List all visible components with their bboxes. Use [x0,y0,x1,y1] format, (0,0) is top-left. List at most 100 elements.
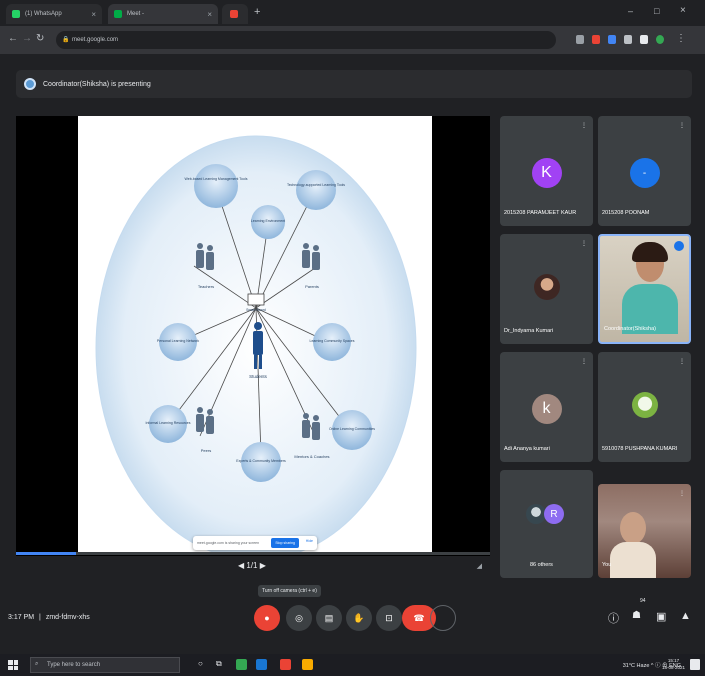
extension-icon[interactable] [608,35,616,44]
participant-tile[interactable]: ⋮ - 2015208 POONAM [598,116,691,226]
taskbar-search-input[interactable]: ⌕ Type here to search [30,657,180,673]
app-icon[interactable] [280,659,291,670]
participant-tile[interactable]: ⋮ k Adi Ananya kumari [500,352,593,462]
clock-date: 18-08-2021 [661,665,685,670]
close-tab-icon[interactable]: × [207,10,212,19]
center-label: Students [249,374,268,379]
captions-button[interactable]: ▤ [316,605,342,631]
node-label: Parents [305,284,319,289]
lock-icon: 🔒 [62,37,70,43]
node-label: Online Learning Communities [329,427,375,431]
forward-icon[interactable]: → [22,33,32,44]
diagram-node [296,170,336,210]
pin-icon[interactable]: ⋮ [581,122,587,129]
url-text: meet.google.com [72,37,119,43]
recording-extension-icon[interactable] [592,35,600,44]
separator: | [39,614,41,621]
participant-name: 2015208 PARAMJEET KAUR [504,210,577,216]
pin-icon[interactable]: ⋮ [581,240,587,247]
extension-icon[interactable] [624,35,632,44]
profile-avatar[interactable] [656,35,664,44]
cortana-icon[interactable]: ○ [198,659,203,668]
chat-icon[interactable]: ▣ [656,610,666,623]
pin-icon[interactable]: ⋮ [581,358,587,365]
maximize-button[interactable]: □ [654,6,659,16]
collapse-icon[interactable]: ◢ [477,562,482,570]
participant-tile[interactable]: ⋮ 5910078 PUSHPANA KUMARI [598,352,691,462]
smart-board-icon [247,293,265,306]
participant-tile[interactable]: ⋮ Dr_Indyarna Kumari [500,234,593,344]
windows-start-icon[interactable] [8,660,18,670]
close-tab-icon[interactable]: × [91,10,96,19]
taskbar-clock[interactable]: 15:17 18-08-2021 [662,657,685,671]
slide-progress [16,552,490,555]
participant-name: You [602,562,612,568]
video-face [620,512,646,544]
stop-sharing-button[interactable]: Stop sharing [271,538,299,548]
meeting-time: 3:17 PM [8,614,35,621]
minimize-button[interactable]: – [628,6,633,16]
participant-tile[interactable]: ⋮ K 2015208 PARAMJEET KAUR [500,116,593,226]
self-view-tile[interactable]: ⋮ You [598,484,691,578]
menu-icon[interactable]: ⋮ [676,33,686,44]
chrome-icon[interactable] [236,659,247,670]
present-button[interactable]: ⊡ [376,605,402,631]
task-view-icon[interactable]: ⧉ [216,659,222,669]
recording-icon [230,10,238,18]
participant-name: Adi Ananya kumari [504,446,550,452]
extra-button[interactable] [430,605,456,631]
others-tile[interactable]: R 86 others [500,470,593,578]
node-label: Teachers [198,284,214,289]
people-icon[interactable]: ☗ [632,610,641,621]
whatsapp-icon [12,10,20,18]
pin-icon[interactable]: ⋮ [679,490,685,497]
node-label: Mentors & Coaches [294,454,329,459]
url-field[interactable]: 🔒 meet.google.com [56,31,556,49]
node-label: Peers [201,448,211,453]
edge-icon[interactable] [256,659,267,670]
present-icon: ⊡ [385,612,393,623]
presenting-banner: Coordinator(Shiksha) is presenting [16,70,692,98]
tab-recording[interactable] [222,4,248,24]
camera-tooltip: Turn off camera (ctrl + e) [258,585,321,597]
pin-icon[interactable]: ⋮ [679,358,685,365]
avatar: R [544,504,564,524]
participant-name: 2015208 POONAM [602,210,650,216]
reload-icon[interactable]: ↻ [36,33,44,44]
hide-button[interactable]: Hide [306,539,313,543]
new-tab-button[interactable]: + [254,6,260,18]
tab-whatsapp[interactable]: (1) WhatsApp × [6,4,102,24]
pin-icon[interactable]: ⋮ [679,122,685,129]
back-icon[interactable]: ← [8,33,18,44]
avatar: - [629,158,660,188]
learning-ecosystem-diagram: Web-based Learning Management Tools Tech… [95,135,417,561]
camera-button[interactable]: ◎ [286,605,312,631]
meeting-details: 3:17 PM | zmd-fdmv-xhs [8,614,90,621]
participant-name: 86 others [530,562,553,568]
speaking-indicator-icon [674,241,684,251]
notification-icon[interactable] [690,659,700,670]
activities-icon[interactable]: ▲ [680,610,691,622]
slide-pager[interactable]: ◀ 1/1 ▶ [238,561,266,570]
meeting-controls-bar: 3:17 PM | zmd-fdmv-xhs Turn off camera (… [0,580,705,654]
search-icon: ⌕ [35,661,39,667]
presentation-slide: Web-based Learning Management Tools Tech… [78,116,432,561]
meet-icon [114,10,122,18]
node-label: Learning Environment [251,219,285,223]
tab-meet[interactable]: Meet - × [108,4,218,24]
raise-hand-button[interactable]: ✋ [346,605,372,631]
hand-icon: ✋ [353,612,365,623]
windows-taskbar: ⌕ Type here to search ○ ⧉ 31°C Haze ^ ⓘ … [0,654,705,676]
tab-label: (1) WhatsApp [25,11,62,17]
video-hair [632,242,668,262]
diagram-node [194,164,238,208]
mic-button[interactable]: ● [254,605,280,631]
tab-label: Meet - [127,11,145,17]
close-window-button[interactable]: × [680,5,686,16]
address-bar: ← → ↻ 🔒 meet.google.com ⋮ [0,26,705,54]
info-icon[interactable]: ⓘ [608,610,619,626]
puzzle-icon[interactable] [640,35,648,44]
file-explorer-icon[interactable] [302,659,313,670]
participant-tile-active-speaker[interactable]: Coordinator(Shiksha) [598,234,691,344]
extension-icon[interactable] [576,35,584,44]
